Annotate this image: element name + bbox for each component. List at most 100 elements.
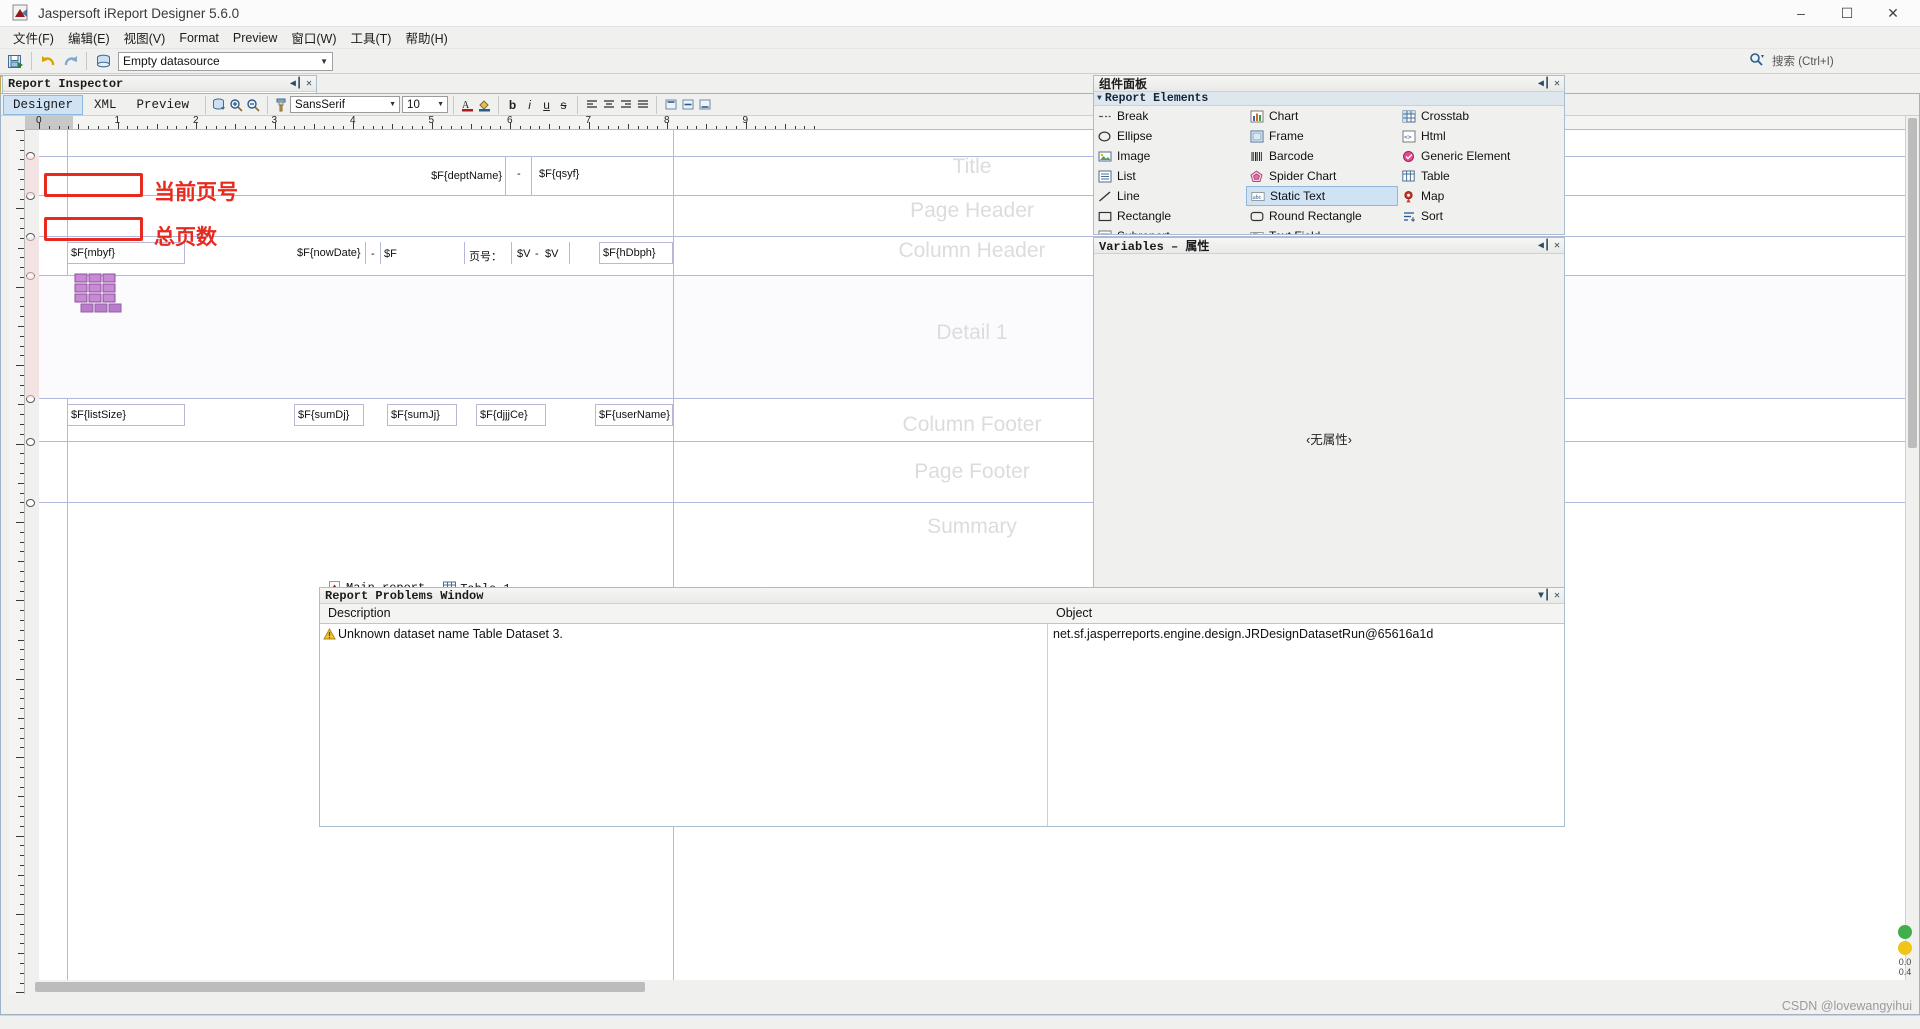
field-sumdj[interactable]: $F{sumDj} [294, 404, 364, 426]
palette-item-line[interactable]: Line [1094, 186, 1246, 206]
canvas-vertical-scrollbar[interactable] [1905, 116, 1919, 980]
zoom-in-icon[interactable] [228, 96, 245, 113]
table-row[interactable]: Unknown dataset name Table Dataset 3. ne… [320, 624, 1564, 644]
save-icon[interactable] [4, 51, 26, 72]
database-icon[interactable] [92, 51, 114, 72]
label-dash-1[interactable]: - [517, 168, 521, 180]
collapse-icon[interactable]: ◀┃ [290, 78, 302, 90]
var-pagecount[interactable]: $V [545, 248, 558, 260]
bold-button[interactable]: b [504, 96, 521, 113]
field-deptname[interactable]: $F{deptName} [395, 156, 505, 195]
minimize-button[interactable]: – [1778, 0, 1824, 27]
dataset-icon[interactable] [211, 96, 228, 113]
palette-item-sort[interactable]: Sort [1398, 206, 1550, 226]
palette-item-rectangle[interactable]: Rectangle [1094, 206, 1246, 226]
palette-item-break[interactable]: Break [1094, 106, 1246, 126]
band-resize-handle[interactable] [26, 438, 35, 446]
tab-xml[interactable]: XML [85, 96, 126, 114]
menu-tools[interactable]: 工具(T) [344, 26, 399, 49]
close-button[interactable]: ✕ [1870, 0, 1916, 27]
menu-help[interactable]: 帮助(H) [398, 26, 454, 49]
field-qsyf[interactable]: $F{qsyf} [539, 168, 579, 180]
band-detail-1[interactable]: Detail 1 [39, 276, 1905, 398]
palette-item-text-field[interactable]: T Text Field [1246, 226, 1398, 234]
tab-designer[interactable]: Designer [3, 94, 84, 115]
menu-window[interactable]: 窗口(W) [284, 26, 343, 49]
fill-color-icon[interactable] [476, 96, 493, 113]
minimap-overview[interactable]: 0.0 0.4 [1894, 923, 1916, 977]
menu-preview[interactable]: Preview [226, 29, 284, 47]
label-dash-3[interactable]: - [535, 248, 539, 260]
label-dash-2[interactable]: - [371, 248, 375, 260]
field-hdbph[interactable]: $F{hDbph} [599, 242, 673, 264]
designer-canvas[interactable]: 0123456789 Title $F{deptName} - $F{qsyf}… [1, 116, 1919, 994]
palette-item-subreport[interactable]: Subreport [1094, 226, 1246, 234]
close-icon[interactable]: ✕ [1554, 78, 1560, 90]
close-icon[interactable]: ✕ [1554, 590, 1560, 602]
table-element[interactable] [73, 272, 129, 322]
search-box[interactable]: 搜索 (Ctrl+I) [1749, 52, 1914, 70]
text-color-icon[interactable]: A [459, 96, 476, 113]
align-left-icon[interactable] [583, 96, 600, 113]
field-djjjce[interactable]: $F{djjjCe} [476, 404, 546, 426]
datasource-select[interactable]: Empty datasource ▼ [118, 51, 333, 71]
field-listsize[interactable]: $F{listSize} [67, 404, 185, 426]
font-family-select[interactable]: SansSerif ▼ [290, 96, 401, 113]
align-justify-icon[interactable] [634, 96, 651, 113]
report-paper[interactable]: Title $F{deptName} - $F{qsyf} Page Heade… [39, 130, 1905, 994]
field-username[interactable]: $F{userName} [595, 404, 673, 426]
palette-item-table[interactable]: Table [1398, 166, 1550, 186]
strikethrough-button[interactable]: s [555, 96, 572, 113]
canvas-horizontal-scrollbar[interactable] [25, 980, 1905, 994]
band-handle-column[interactable] [25, 130, 39, 994]
palette-group-report-elements[interactable]: ▼ Report Elements [1094, 92, 1564, 106]
field-nowdate[interactable]: $F{nowDate} [294, 242, 362, 264]
undo-icon[interactable] [37, 51, 59, 72]
palette-item-frame[interactable]: Frame [1246, 126, 1398, 146]
palette-item-crosstab[interactable]: Crosstab [1398, 106, 1550, 126]
palette-item-map[interactable]: Map [1398, 186, 1550, 206]
tab-preview[interactable]: Preview [128, 96, 199, 114]
palette-item-static-text[interactable]: abc Static Text [1246, 186, 1398, 206]
menu-view[interactable]: 视图(V) [117, 26, 173, 49]
close-icon[interactable]: ✕ [306, 78, 312, 90]
band-page-header[interactable]: Page Header [39, 196, 1905, 236]
var-pagenumber[interactable]: $V [517, 248, 530, 260]
italic-button[interactable]: i [521, 96, 538, 113]
minimize-icon[interactable]: ▼┃ [1538, 590, 1550, 602]
collapse-icon[interactable]: ◀┃ [1538, 240, 1550, 252]
menu-edit[interactable]: 编辑(E) [61, 26, 117, 49]
palette-item-barcode[interactable]: Barcode [1246, 146, 1398, 166]
collapse-icon[interactable]: ◀┃ [1538, 78, 1550, 90]
label-pageno[interactable]: 页号： [469, 248, 502, 264]
palette-item-image[interactable]: Image [1094, 146, 1246, 166]
underline-button[interactable]: u [538, 96, 555, 113]
align-right-icon[interactable] [617, 96, 634, 113]
palette-item-round-rectangle[interactable]: Round Rectangle [1246, 206, 1398, 226]
valign-middle-icon[interactable] [679, 96, 696, 113]
menu-format[interactable]: Format [172, 29, 226, 47]
band-resize-handle[interactable] [26, 499, 35, 507]
valign-top-icon[interactable] [662, 96, 679, 113]
valign-bottom-icon[interactable] [696, 96, 713, 113]
close-icon[interactable]: ✕ [1554, 240, 1560, 252]
palette-item-chart[interactable]: Chart [1246, 106, 1398, 126]
column-header-object[interactable]: Object [1048, 604, 1100, 623]
palette-item-generic-element[interactable]: Generic Element [1398, 146, 1550, 166]
maximize-button[interactable]: ☐ [1824, 0, 1870, 27]
palette-item-html[interactable]: <> Html [1398, 126, 1550, 146]
menu-file[interactable]: 文件(F) [6, 26, 61, 49]
palette-body[interactable]: ▼ Report Elements Break Chart Crosstab Ellips… [1094, 92, 1564, 234]
align-center-icon[interactable] [600, 96, 617, 113]
format-painter-icon[interactable] [273, 96, 290, 113]
palette-item-spider-chart[interactable]: Spider Chart [1246, 166, 1398, 186]
band-title[interactable]: Title [39, 130, 1905, 205]
field-sumjj[interactable]: $F{sumJj} [387, 404, 457, 426]
field-partial[interactable]: $F [384, 248, 397, 260]
redo-icon[interactable] [59, 51, 81, 72]
band-summary[interactable]: Summary [39, 503, 1905, 553]
band-page-footer[interactable]: Page Footer [39, 442, 1905, 502]
column-header-description[interactable]: Description [320, 604, 1048, 623]
zoom-out-icon[interactable] [245, 96, 262, 113]
search-input[interactable]: 搜索 (Ctrl+I) [1768, 52, 1914, 70]
